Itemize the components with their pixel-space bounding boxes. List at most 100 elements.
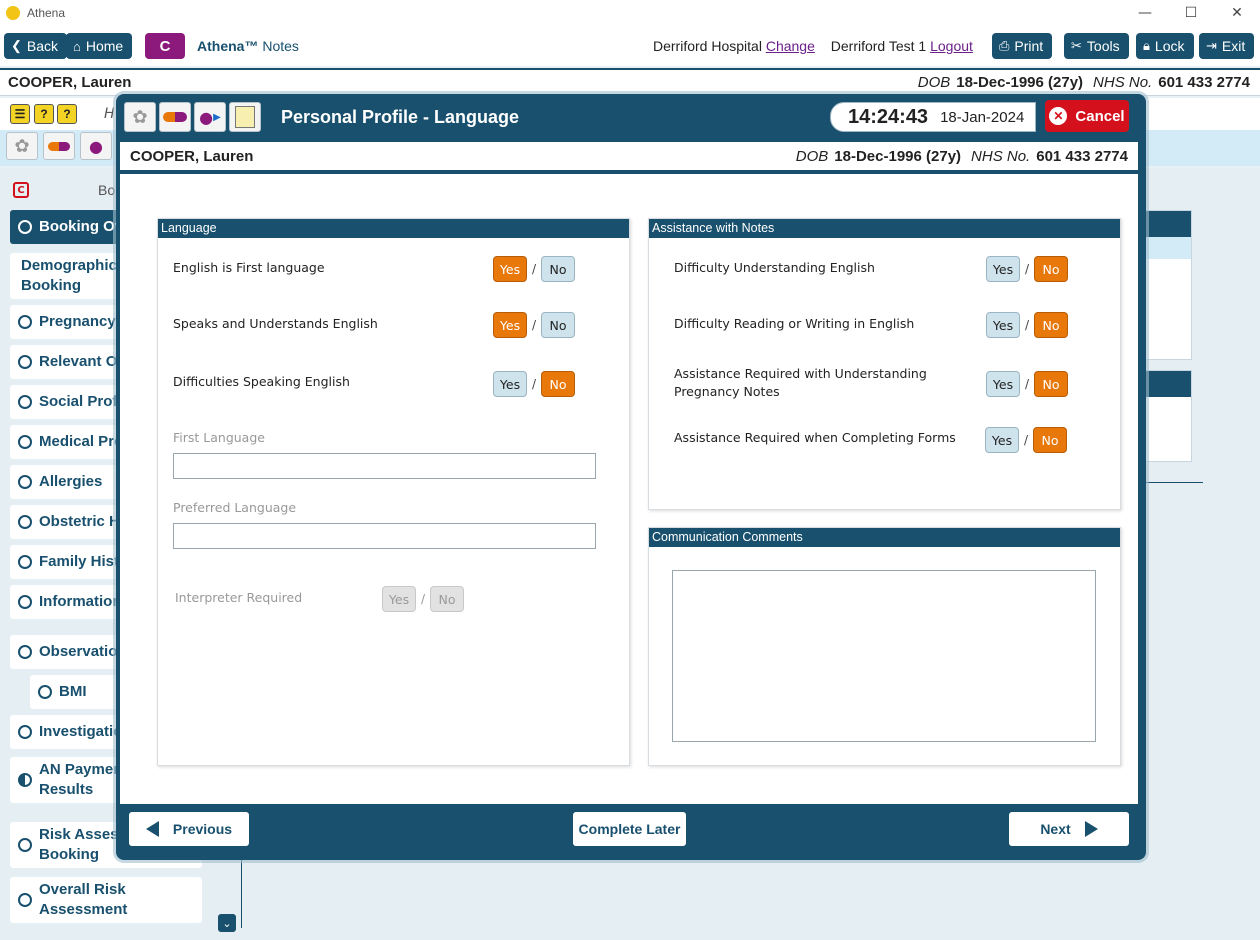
cancel-button[interactable]: ✕ Cancel: [1045, 100, 1129, 132]
flower-icon[interactable]: ✿: [124, 102, 156, 132]
status-half-radio-icon: [18, 773, 32, 787]
sidebar-item-label-2: Assessment: [39, 901, 128, 918]
back-button[interactable]: ❮ Back: [4, 33, 68, 59]
list-icon[interactable]: ☰: [10, 104, 30, 124]
question-speaks-english-label: Speaks and Understands English: [173, 316, 378, 331]
assistance-forms-no[interactable]: No: [1033, 427, 1068, 453]
interpreter-yes[interactable]: Yes: [382, 586, 416, 612]
interpreter-required-label: Interpreter Required: [175, 590, 303, 605]
print-button[interactable]: ⎙ Print: [992, 33, 1053, 59]
patient-name: COOPER, Lauren: [130, 147, 254, 165]
flower-icon[interactable]: ✿: [6, 132, 38, 160]
person-play-icon[interactable]: ● ▶: [194, 102, 226, 132]
sidebar-item-label: Pregnancy I: [39, 313, 125, 330]
tools-icon: ✂: [1071, 38, 1082, 53]
speaks-english-yes[interactable]: Yes: [493, 312, 527, 338]
sidebar-item-label: Information: [39, 593, 122, 610]
status-radio-icon: [18, 555, 32, 569]
clock-date: 18-Jan-2024: [940, 108, 1025, 126]
first-language-input[interactable]: [173, 453, 596, 479]
arrow-left-icon: [145, 821, 159, 837]
sidebar-item-label: Allergies: [39, 473, 103, 490]
preferred-language-label: Preferred Language: [173, 500, 297, 515]
status-radio-icon: [18, 315, 32, 329]
difficulties-speaking-no[interactable]: No: [541, 371, 576, 397]
status-radio-icon: [18, 395, 32, 409]
notepad-icon[interactable]: [229, 102, 261, 132]
location-info: Derriford Hospital Change Derriford Test…: [653, 38, 973, 54]
sidebar-item-label: BMI: [59, 683, 87, 700]
background-panel-stub-2: [1140, 370, 1192, 462]
difficulties-speaking-yes[interactable]: Yes: [493, 371, 527, 397]
c-button[interactable]: C: [145, 33, 185, 59]
english-first-yes[interactable]: Yes: [493, 256, 527, 282]
english-first-no[interactable]: No: [541, 256, 576, 282]
close-circle-icon: ✕: [1049, 107, 1068, 125]
print-label: Print: [1014, 38, 1044, 54]
previous-button[interactable]: Previous: [129, 812, 249, 846]
lock-button[interactable]: 🔒︎ Lock: [1136, 33, 1194, 59]
difficulty-reading-yes[interactable]: Yes: [986, 312, 1020, 338]
tools-button[interactable]: ✂ Tools: [1064, 33, 1129, 59]
maximize-button[interactable]: ☐: [1168, 0, 1214, 26]
window-titlebar: Athena — ☐ ✕: [0, 0, 1260, 26]
printer-icon: ⎙: [999, 38, 1010, 53]
difficulties-speaking-toggle: Yes / No: [493, 371, 576, 397]
pill-icon[interactable]: [43, 132, 75, 160]
help-icon[interactable]: ?: [34, 104, 54, 124]
exit-button[interactable]: ⇥ Exit: [1199, 33, 1255, 59]
next-button[interactable]: Next: [1009, 812, 1129, 846]
speaks-english-no[interactable]: No: [541, 312, 576, 338]
background-panel-stub: [1140, 210, 1192, 360]
cancel-label: Cancel: [1075, 107, 1125, 125]
modal-footer: Previous Complete Later Next: [120, 804, 1138, 854]
assistance-panel: Assistance with Notes Difficulty Underst…: [648, 218, 1121, 510]
exit-label: Exit: [1221, 38, 1246, 54]
sidebar-item-label: Booking Ov: [39, 218, 124, 235]
assistance-understanding-yes[interactable]: Yes: [986, 371, 1020, 397]
logout-link[interactable]: Logout: [930, 38, 973, 54]
assistance-forms-yes[interactable]: Yes: [985, 427, 1019, 453]
communication-comments-panel: Communication Comments: [648, 527, 1121, 766]
difficulty-reading-no[interactable]: No: [1034, 312, 1069, 338]
sidebar-item-label-2: Results: [39, 781, 94, 798]
brand-sub: Notes: [262, 38, 299, 54]
brand-name: Athena™: [197, 38, 259, 54]
change-hospital-link[interactable]: Change: [766, 38, 815, 54]
clock-time: 14:24:43: [848, 105, 929, 128]
help-icon-2[interactable]: ?: [57, 104, 77, 124]
status-radio-icon: [18, 475, 32, 489]
difficulty-understanding-no[interactable]: No: [1034, 256, 1069, 282]
window-title: Athena: [27, 6, 66, 20]
hospital-name: Derriford Hospital: [653, 38, 762, 54]
close-window-button[interactable]: ✕: [1214, 0, 1260, 26]
assistance-understanding-no[interactable]: No: [1034, 371, 1069, 397]
exit-icon: ⇥: [1206, 38, 1217, 53]
athena-logo-icon: [6, 6, 20, 20]
preferred-language-input[interactable]: [173, 523, 596, 549]
status-radio-icon: [18, 893, 32, 907]
person-icon[interactable]: ●: [80, 132, 112, 160]
sidebar-item-label: Investigatio: [39, 723, 123, 740]
communication-comments-textarea[interactable]: [672, 570, 1096, 742]
home-button[interactable]: ⌂ Home: [66, 33, 133, 59]
sidebar-item-overall-risk[interactable]: Overall Risk Assessment: [10, 877, 202, 923]
pill-icon[interactable]: [159, 102, 191, 132]
interpreter-no[interactable]: No: [430, 586, 465, 612]
lock-icon: 🔒︎: [1143, 38, 1150, 53]
minimize-button[interactable]: —: [1122, 0, 1168, 26]
assistance-understanding-line1: Assistance Required with Understanding: [674, 366, 927, 381]
sidebar-item-label: Demographics: [21, 257, 126, 274]
comments-panel-title: Communication Comments: [649, 528, 1120, 547]
window-controls: — ☐ ✕: [1122, 0, 1260, 26]
status-radio-icon: [18, 220, 32, 234]
complete-later-button[interactable]: Complete Later: [573, 812, 686, 846]
scroll-down-icon[interactable]: ⌄: [218, 914, 236, 932]
difficulty-understanding-yes[interactable]: Yes: [986, 256, 1020, 282]
modal-patient-banner: COOPER, Lauren DOB 18-Dec-1996 (27y) NHS N…: [120, 142, 1138, 172]
status-radio-icon: [38, 685, 52, 699]
status-radio-icon: [18, 645, 32, 659]
previous-label: Previous: [172, 821, 233, 837]
assistance-panel-title: Assistance with Notes: [649, 219, 1120, 238]
sidebar-header: Bo: [98, 182, 116, 198]
